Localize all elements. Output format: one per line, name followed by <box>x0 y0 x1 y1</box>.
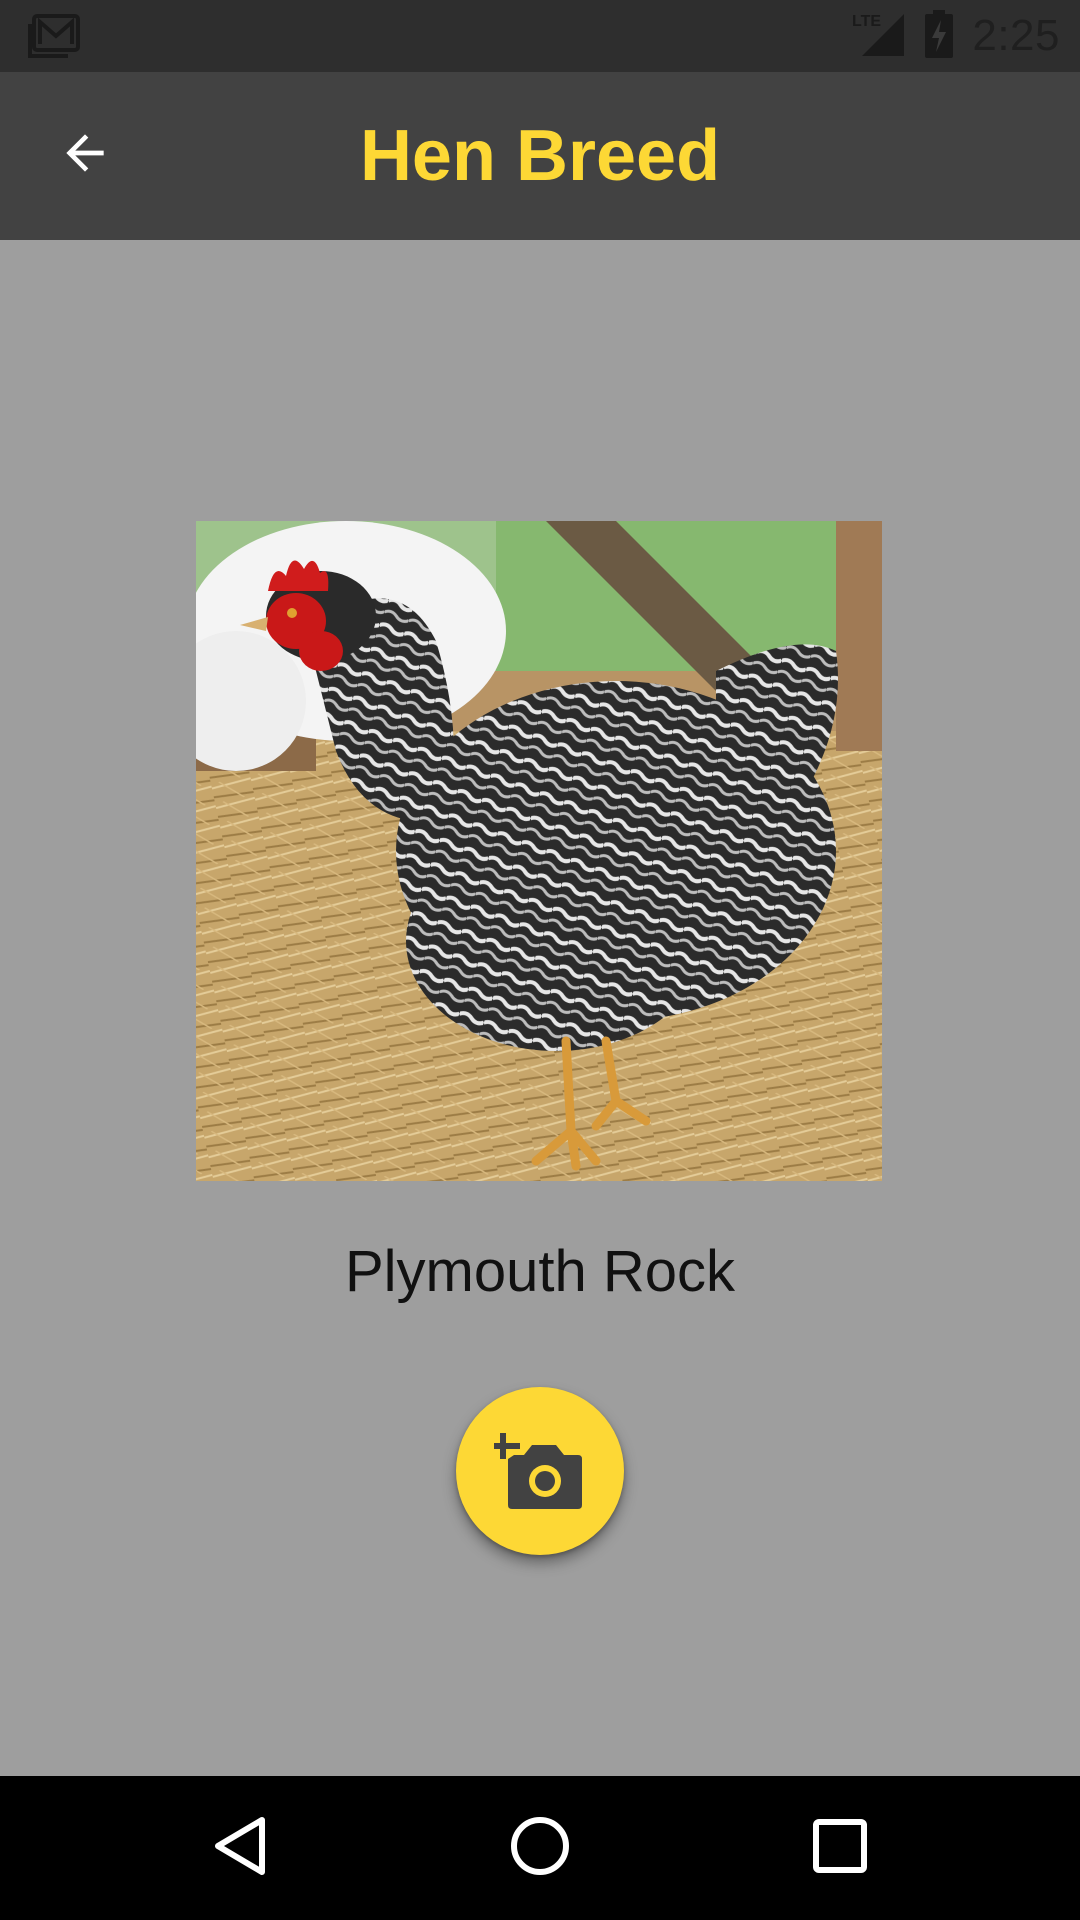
app-bar: Hen Breed <box>0 72 1080 240</box>
nav-home-icon <box>508 1814 572 1883</box>
status-bar: LTE 2:25 <box>0 0 1080 72</box>
navigation-bar <box>0 1776 1080 1920</box>
battery-charging-icon <box>924 9 954 63</box>
gallery-icon <box>28 14 80 58</box>
nav-back-icon <box>210 1814 270 1883</box>
nav-back-button[interactable] <box>190 1798 290 1898</box>
hen-illustration <box>196 521 882 1181</box>
nav-recents-icon <box>810 1816 870 1881</box>
add-photo-button[interactable] <box>456 1387 624 1555</box>
arrow-back-icon <box>57 125 113 186</box>
add-photo-icon <box>494 1429 586 1514</box>
signal-icon: LTE <box>850 10 906 63</box>
nav-recents-button[interactable] <box>790 1798 890 1898</box>
status-icons: LTE 2:25 <box>850 0 1060 72</box>
hen-photo <box>196 521 882 1181</box>
breed-name: Plymouth Rock <box>344 1239 736 1304</box>
page-title: Hen Breed <box>359 116 721 196</box>
back-button[interactable] <box>40 110 130 200</box>
network-label: LTE <box>852 13 881 30</box>
screen: LTE 2:25 Hen Breed Plymouth Rock <box>0 0 1080 1920</box>
nav-home-button[interactable] <box>490 1798 590 1898</box>
status-time: 2:25 <box>972 11 1060 60</box>
